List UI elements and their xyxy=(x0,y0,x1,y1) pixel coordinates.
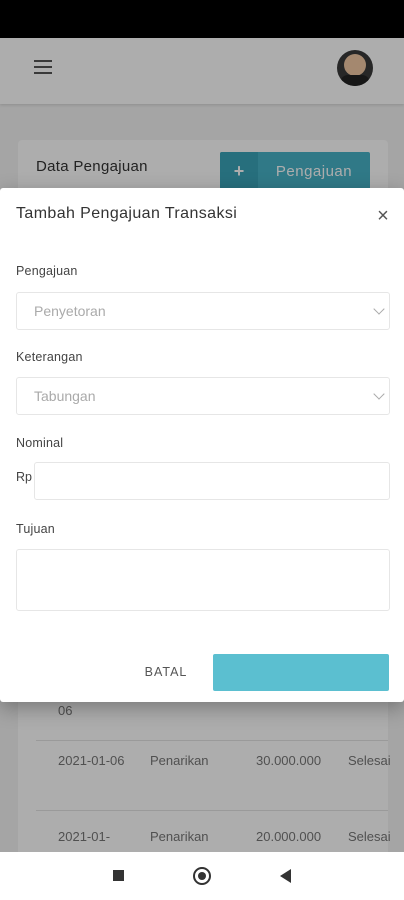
chevron-down-icon xyxy=(373,388,385,400)
pengajuan-value: Penyetoran xyxy=(34,303,106,319)
keterangan-label: Keterangan xyxy=(16,350,83,364)
status-bar xyxy=(0,0,404,38)
system-navigation-bar xyxy=(0,852,404,900)
submit-button[interactable] xyxy=(213,654,389,691)
cancel-button[interactable]: BATAL xyxy=(130,659,202,685)
home-icon[interactable] xyxy=(193,867,211,885)
nominal-label: Nominal xyxy=(16,436,64,450)
back-icon[interactable] xyxy=(280,869,291,883)
add-transaction-modal: Tambah Pengajuan Transaksi × Pengajuan P… xyxy=(0,188,404,702)
tujuan-textarea[interactable] xyxy=(16,549,390,611)
pengajuan-label: Pengajuan xyxy=(16,264,78,278)
pengajuan-select[interactable]: Penyetoran xyxy=(16,292,390,330)
currency-prefix: Rp xyxy=(16,470,32,484)
tujuan-label: Tujuan xyxy=(16,522,55,536)
keterangan-select[interactable]: Tabungan xyxy=(16,377,390,415)
nominal-input[interactable] xyxy=(34,462,390,500)
recent-apps-icon[interactable] xyxy=(113,870,124,881)
chevron-down-icon xyxy=(373,303,385,315)
keterangan-value: Tabungan xyxy=(34,388,96,404)
close-icon[interactable]: × xyxy=(373,206,393,226)
modal-title: Tambah Pengajuan Transaksi xyxy=(16,205,238,222)
